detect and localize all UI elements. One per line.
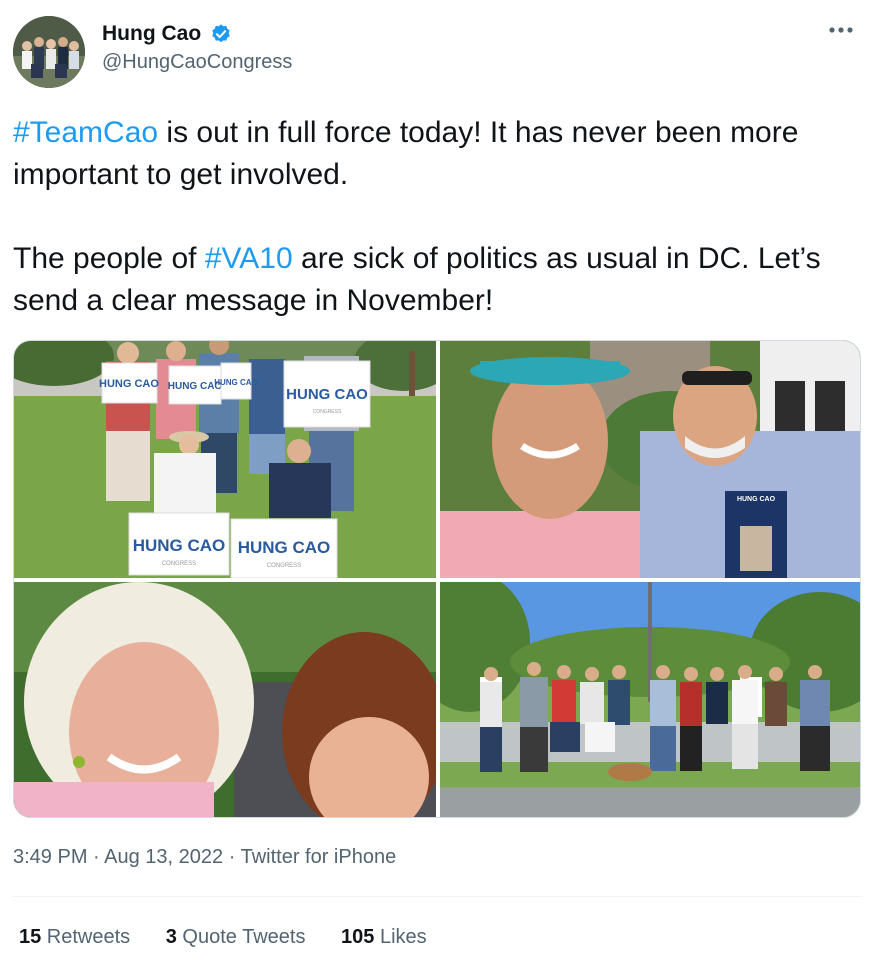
tweet-paragraph-1: #TeamCao is out in full force today! It …	[13, 112, 861, 196]
retweets-label: Retweets	[41, 926, 131, 948]
more-options-icon[interactable]	[827, 20, 855, 42]
user-handle[interactable]: @HungCaoCongress	[102, 51, 292, 74]
tweet-date[interactable]: Aug 13, 2022	[104, 846, 223, 868]
photo-large-group[interactable]	[440, 582, 860, 817]
campaign-sign: HUNG CAO CONGRESS	[283, 360, 371, 428]
tweet-meta: 3:49 PM · Aug 13, 2022 · Twitter for iPh…	[13, 846, 396, 869]
avatar[interactable]	[13, 16, 85, 88]
tweet-source[interactable]: Twitter for iPhone	[241, 846, 397, 868]
likes-count: 105	[341, 926, 375, 948]
tweet-text-segment: The people of	[13, 242, 205, 275]
svg-text:CONGRESS: CONGRESS	[162, 561, 196, 567]
hashtag-link[interactable]: #TeamCao	[13, 116, 158, 149]
svg-text:HUNG CAO: HUNG CAO	[286, 386, 368, 403]
photo-group-with-signs[interactable]: HUNG CAO HUNG CAO HUNG CAO HUNG CAO CONG…	[14, 341, 436, 578]
tweet-time[interactable]: 3:49 PM	[13, 846, 87, 868]
display-name[interactable]: Hung Cao	[102, 22, 201, 46]
campaign-sign: HUNG CAO CONGRESS	[128, 512, 230, 576]
campaign-sign: HUNG CAO CONGRESS	[230, 518, 338, 578]
likes-stat[interactable]: 105 Likes	[341, 926, 427, 949]
svg-text:HUNG CAO: HUNG CAO	[214, 378, 258, 387]
svg-text:CONGRESS: CONGRESS	[313, 409, 342, 415]
author-names: Hung Cao @HungCaoCongress	[102, 22, 292, 74]
photo-two-women-selfie[interactable]	[14, 582, 436, 817]
svg-text:HUNG CAO: HUNG CAO	[99, 378, 159, 390]
tweet-paragraph-2: The people of #VA10 are sick of politics…	[13, 238, 861, 322]
campaign-sign: HUNG CAO	[99, 362, 159, 404]
campaign-flyer: HUNG CAO	[725, 491, 787, 578]
svg-text:HUNG CAO: HUNG CAO	[737, 496, 776, 503]
photo-selfie-with-flyer[interactable]: HUNG CAO	[440, 341, 860, 578]
hashtag-link[interactable]: #VA10	[205, 242, 293, 275]
campaign-sign: HUNG CAO	[214, 362, 258, 400]
svg-text:CONGRESS: CONGRESS	[267, 563, 301, 569]
quote-tweets-label: Quote Tweets	[176, 926, 306, 948]
separator: ·	[87, 846, 105, 868]
tweet-header: Hung Cao @HungCaoCongress	[13, 16, 861, 88]
tweet-stats: 15 Retweets 3 Quote Tweets 105 Likes	[19, 926, 457, 949]
tweet-text: #TeamCao is out in full force today! It …	[13, 112, 861, 322]
media-grid: HUNG CAO HUNG CAO HUNG CAO HUNG CAO CONG…	[13, 340, 861, 818]
verified-badge-icon	[210, 23, 232, 45]
svg-text:HUNG CAO: HUNG CAO	[238, 538, 331, 557]
likes-label: Likes	[374, 926, 427, 948]
quote-tweets-stat[interactable]: 3 Quote Tweets	[166, 926, 306, 949]
svg-text:HUNG CAO: HUNG CAO	[133, 536, 226, 555]
retweets-count: 15	[19, 926, 42, 948]
avatar-image	[13, 16, 85, 88]
separator: ·	[223, 846, 241, 868]
retweets-stat[interactable]: 15 Retweets	[19, 926, 130, 949]
divider	[13, 896, 861, 897]
quote-tweets-count: 3	[165, 926, 177, 948]
